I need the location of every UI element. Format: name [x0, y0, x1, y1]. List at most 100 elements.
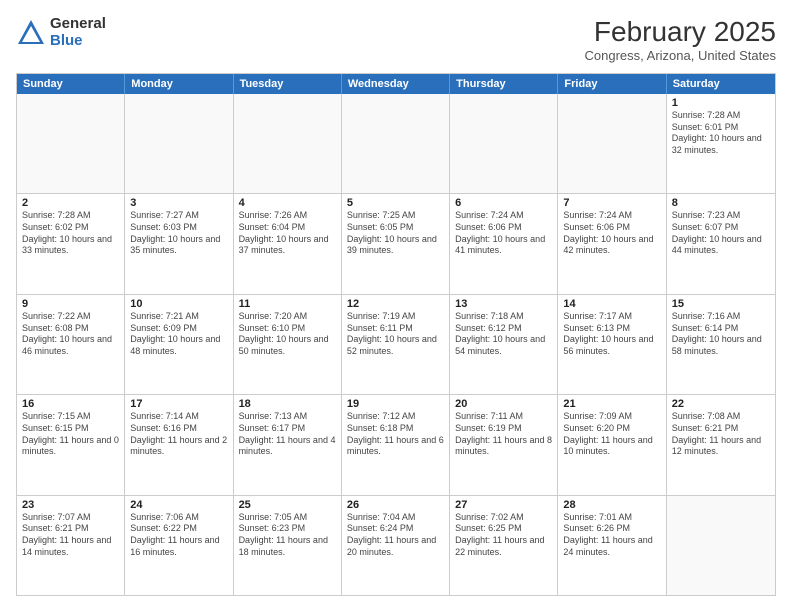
day-num-20: 20: [455, 398, 552, 410]
week-row-3: 9Sunrise: 7:22 AM Sunset: 6:08 PM Daylig…: [17, 294, 775, 394]
cal-cell-3-4: 20Sunrise: 7:11 AM Sunset: 6:19 PM Dayli…: [450, 395, 558, 494]
calendar-header: Sunday Monday Tuesday Wednesday Thursday…: [17, 74, 775, 94]
day-num-26: 26: [347, 499, 444, 511]
day-num-22: 22: [672, 398, 770, 410]
cal-cell-2-3: 12Sunrise: 7:19 AM Sunset: 6:11 PM Dayli…: [342, 295, 450, 394]
day-num-7: 7: [563, 197, 660, 209]
day-text-4: Sunrise: 7:26 AM Sunset: 6:04 PM Dayligh…: [239, 210, 336, 257]
day-num-12: 12: [347, 298, 444, 310]
day-text-15: Sunrise: 7:16 AM Sunset: 6:14 PM Dayligh…: [672, 311, 770, 358]
cal-cell-4-4: 27Sunrise: 7:02 AM Sunset: 6:25 PM Dayli…: [450, 496, 558, 595]
logo-icon: [16, 18, 46, 48]
day-num-2: 2: [22, 197, 119, 209]
logo-general-label: General: [50, 16, 106, 33]
cal-cell-2-5: 14Sunrise: 7:17 AM Sunset: 6:13 PM Dayli…: [558, 295, 666, 394]
day-num-16: 16: [22, 398, 119, 410]
calendar-subtitle: Congress, Arizona, United States: [585, 48, 777, 63]
day-text-3: Sunrise: 7:27 AM Sunset: 6:03 PM Dayligh…: [130, 210, 227, 257]
day-num-8: 8: [672, 197, 770, 209]
day-num-18: 18: [239, 398, 336, 410]
cal-cell-1-2: 4Sunrise: 7:26 AM Sunset: 6:04 PM Daylig…: [234, 194, 342, 293]
cal-cell-2-4: 13Sunrise: 7:18 AM Sunset: 6:12 PM Dayli…: [450, 295, 558, 394]
day-num-10: 10: [130, 298, 227, 310]
day-num-6: 6: [455, 197, 552, 209]
cal-cell-2-1: 10Sunrise: 7:21 AM Sunset: 6:09 PM Dayli…: [125, 295, 233, 394]
day-text-21: Sunrise: 7:09 AM Sunset: 6:20 PM Dayligh…: [563, 411, 660, 458]
day-text-5: Sunrise: 7:25 AM Sunset: 6:05 PM Dayligh…: [347, 210, 444, 257]
day-num-14: 14: [563, 298, 660, 310]
cal-cell-1-0: 2Sunrise: 7:28 AM Sunset: 6:02 PM Daylig…: [17, 194, 125, 293]
day-text-10: Sunrise: 7:21 AM Sunset: 6:09 PM Dayligh…: [130, 311, 227, 358]
week-row-2: 2Sunrise: 7:28 AM Sunset: 6:02 PM Daylig…: [17, 193, 775, 293]
cal-cell-3-3: 19Sunrise: 7:12 AM Sunset: 6:18 PM Dayli…: [342, 395, 450, 494]
day-text-26: Sunrise: 7:04 AM Sunset: 6:24 PM Dayligh…: [347, 512, 444, 559]
cal-cell-0-5: [558, 94, 666, 193]
calendar: Sunday Monday Tuesday Wednesday Thursday…: [16, 73, 776, 596]
day-text-9: Sunrise: 7:22 AM Sunset: 6:08 PM Dayligh…: [22, 311, 119, 358]
day-text-28: Sunrise: 7:01 AM Sunset: 6:26 PM Dayligh…: [563, 512, 660, 559]
day-num-17: 17: [130, 398, 227, 410]
cal-cell-0-3: [342, 94, 450, 193]
header-monday: Monday: [125, 74, 233, 94]
cal-cell-4-6: [667, 496, 775, 595]
day-num-15: 15: [672, 298, 770, 310]
day-text-13: Sunrise: 7:18 AM Sunset: 6:12 PM Dayligh…: [455, 311, 552, 358]
week-row-5: 23Sunrise: 7:07 AM Sunset: 6:21 PM Dayli…: [17, 495, 775, 595]
cal-cell-3-2: 18Sunrise: 7:13 AM Sunset: 6:17 PM Dayli…: [234, 395, 342, 494]
day-text-6: Sunrise: 7:24 AM Sunset: 6:06 PM Dayligh…: [455, 210, 552, 257]
calendar-title: February 2025: [585, 16, 777, 48]
day-text-7: Sunrise: 7:24 AM Sunset: 6:06 PM Dayligh…: [563, 210, 660, 257]
day-text-16: Sunrise: 7:15 AM Sunset: 6:15 PM Dayligh…: [22, 411, 119, 458]
cal-cell-2-0: 9Sunrise: 7:22 AM Sunset: 6:08 PM Daylig…: [17, 295, 125, 394]
cal-cell-4-3: 26Sunrise: 7:04 AM Sunset: 6:24 PM Dayli…: [342, 496, 450, 595]
day-text-12: Sunrise: 7:19 AM Sunset: 6:11 PM Dayligh…: [347, 311, 444, 358]
day-num-21: 21: [563, 398, 660, 410]
day-text-22: Sunrise: 7:08 AM Sunset: 6:21 PM Dayligh…: [672, 411, 770, 458]
cal-cell-0-1: [125, 94, 233, 193]
cal-cell-1-5: 7Sunrise: 7:24 AM Sunset: 6:06 PM Daylig…: [558, 194, 666, 293]
week-row-4: 16Sunrise: 7:15 AM Sunset: 6:15 PM Dayli…: [17, 394, 775, 494]
week-row-1: 1Sunrise: 7:28 AM Sunset: 6:01 PM Daylig…: [17, 94, 775, 193]
day-num-3: 3: [130, 197, 227, 209]
logo: General Blue: [16, 16, 106, 49]
header-tuesday: Tuesday: [234, 74, 342, 94]
header: General Blue February 2025 Congress, Ari…: [16, 16, 776, 63]
day-num-27: 27: [455, 499, 552, 511]
day-text-17: Sunrise: 7:14 AM Sunset: 6:16 PM Dayligh…: [130, 411, 227, 458]
day-num-28: 28: [563, 499, 660, 511]
day-text-24: Sunrise: 7:06 AM Sunset: 6:22 PM Dayligh…: [130, 512, 227, 559]
cal-cell-4-1: 24Sunrise: 7:06 AM Sunset: 6:22 PM Dayli…: [125, 496, 233, 595]
header-thursday: Thursday: [450, 74, 558, 94]
header-saturday: Saturday: [667, 74, 775, 94]
day-num-24: 24: [130, 499, 227, 511]
day-text-20: Sunrise: 7:11 AM Sunset: 6:19 PM Dayligh…: [455, 411, 552, 458]
cal-cell-0-4: [450, 94, 558, 193]
cal-cell-3-1: 17Sunrise: 7:14 AM Sunset: 6:16 PM Dayli…: [125, 395, 233, 494]
logo-text: General Blue: [50, 16, 106, 49]
cal-cell-2-6: 15Sunrise: 7:16 AM Sunset: 6:14 PM Dayli…: [667, 295, 775, 394]
day-num-1: 1: [672, 97, 770, 109]
day-num-23: 23: [22, 499, 119, 511]
day-text-18: Sunrise: 7:13 AM Sunset: 6:17 PM Dayligh…: [239, 411, 336, 458]
cal-cell-1-6: 8Sunrise: 7:23 AM Sunset: 6:07 PM Daylig…: [667, 194, 775, 293]
calendar-body: 1Sunrise: 7:28 AM Sunset: 6:01 PM Daylig…: [17, 94, 775, 595]
cal-cell-0-2: [234, 94, 342, 193]
cal-cell-1-1: 3Sunrise: 7:27 AM Sunset: 6:03 PM Daylig…: [125, 194, 233, 293]
day-num-11: 11: [239, 298, 336, 310]
day-text-25: Sunrise: 7:05 AM Sunset: 6:23 PM Dayligh…: [239, 512, 336, 559]
cal-cell-4-0: 23Sunrise: 7:07 AM Sunset: 6:21 PM Dayli…: [17, 496, 125, 595]
day-text-2: Sunrise: 7:28 AM Sunset: 6:02 PM Dayligh…: [22, 210, 119, 257]
day-text-11: Sunrise: 7:20 AM Sunset: 6:10 PM Dayligh…: [239, 311, 336, 358]
cal-cell-2-2: 11Sunrise: 7:20 AM Sunset: 6:10 PM Dayli…: [234, 295, 342, 394]
day-num-13: 13: [455, 298, 552, 310]
cal-cell-3-0: 16Sunrise: 7:15 AM Sunset: 6:15 PM Dayli…: [17, 395, 125, 494]
day-num-4: 4: [239, 197, 336, 209]
header-sunday: Sunday: [17, 74, 125, 94]
header-friday: Friday: [558, 74, 666, 94]
day-text-27: Sunrise: 7:02 AM Sunset: 6:25 PM Dayligh…: [455, 512, 552, 559]
cal-cell-4-2: 25Sunrise: 7:05 AM Sunset: 6:23 PM Dayli…: [234, 496, 342, 595]
day-text-19: Sunrise: 7:12 AM Sunset: 6:18 PM Dayligh…: [347, 411, 444, 458]
cal-cell-1-4: 6Sunrise: 7:24 AM Sunset: 6:06 PM Daylig…: [450, 194, 558, 293]
cal-cell-1-3: 5Sunrise: 7:25 AM Sunset: 6:05 PM Daylig…: [342, 194, 450, 293]
cal-cell-4-5: 28Sunrise: 7:01 AM Sunset: 6:26 PM Dayli…: [558, 496, 666, 595]
